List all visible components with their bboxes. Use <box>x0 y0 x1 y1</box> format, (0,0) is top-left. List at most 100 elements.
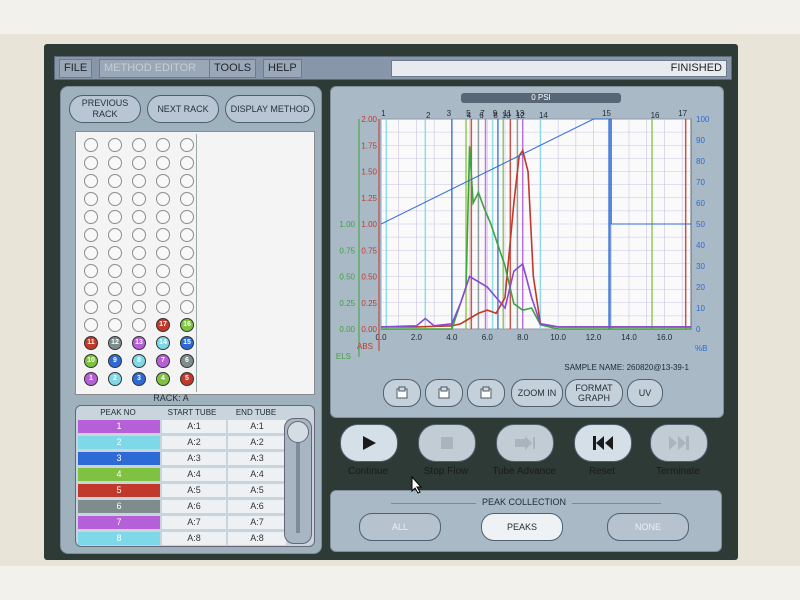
rack-tube[interactable] <box>180 228 194 242</box>
rack-tube[interactable] <box>108 282 122 296</box>
rack-tube[interactable]: 14 <box>156 336 170 350</box>
rack-tube[interactable] <box>84 228 98 242</box>
menu-file[interactable]: FILE <box>59 59 93 78</box>
format-graph-button[interactable]: FORMAT GRAPH <box>565 379 623 407</box>
rack-tube[interactable]: 17 <box>156 318 170 332</box>
rack-tube[interactable] <box>84 138 98 152</box>
rack-tube[interactable] <box>108 246 122 260</box>
uv-button[interactable]: UV <box>627 379 663 407</box>
rack-tube[interactable] <box>108 156 122 170</box>
rack-tube[interactable] <box>156 174 170 188</box>
rack-tube[interactable]: 13 <box>132 336 146 350</box>
tube-advance-button[interactable] <box>496 424 554 462</box>
rack-tube[interactable] <box>132 246 146 260</box>
table-row[interactable]: 5 A:5 A:5 <box>78 483 286 498</box>
pdf-button[interactable] <box>425 379 463 407</box>
rack-tube[interactable]: 4 <box>156 372 170 386</box>
collect-peaks-button[interactable]: PEAKS <box>481 513 563 541</box>
rack-tube[interactable]: 9 <box>108 354 122 368</box>
rack-tube[interactable] <box>84 192 98 206</box>
rack-tube[interactable]: 2 <box>108 372 122 386</box>
table-row[interactable]: 1 A:1 A:1 <box>78 419 286 434</box>
rack-tube[interactable] <box>156 228 170 242</box>
rack-tube[interactable] <box>132 138 146 152</box>
collect-all-button[interactable]: ALL <box>359 513 441 541</box>
peak-table-scrollbar[interactable] <box>284 418 312 544</box>
rack-tube[interactable]: 7 <box>156 354 170 368</box>
menu-tools[interactable]: TOOLS <box>209 59 257 78</box>
rack-tube[interactable] <box>180 300 194 314</box>
rack-tube[interactable] <box>132 192 146 206</box>
rack-tube[interactable] <box>156 210 170 224</box>
scroll-thumb[interactable] <box>287 421 309 443</box>
rack-tube[interactable]: 6 <box>180 354 194 368</box>
rack-tube[interactable] <box>180 282 194 296</box>
zoom-in-button[interactable]: ZOOM IN <box>511 379 563 407</box>
rack-tube[interactable] <box>108 318 122 332</box>
rack-tube[interactable] <box>180 246 194 260</box>
continue-button[interactable] <box>340 424 398 462</box>
rack-tube[interactable] <box>156 264 170 278</box>
rack-tube[interactable] <box>180 264 194 278</box>
rack-tube[interactable] <box>132 156 146 170</box>
rack-tube[interactable] <box>132 174 146 188</box>
table-row[interactable]: 7 A:7 A:7 <box>78 515 286 530</box>
rack-tube[interactable] <box>132 282 146 296</box>
collect-none-button[interactable]: NONE <box>607 513 689 541</box>
rack-tube[interactable] <box>108 264 122 278</box>
rack-tube[interactable] <box>132 318 146 332</box>
rack-tube[interactable] <box>108 300 122 314</box>
rack-tube[interactable] <box>156 156 170 170</box>
rack-tube[interactable] <box>132 228 146 242</box>
rack-tube[interactable] <box>108 138 122 152</box>
rack-tube[interactable] <box>156 300 170 314</box>
rack-tube[interactable] <box>132 264 146 278</box>
rack-tube[interactable] <box>84 210 98 224</box>
rack-tube[interactable] <box>84 318 98 332</box>
rack-tube[interactable] <box>156 192 170 206</box>
export-button[interactable] <box>467 379 505 407</box>
rack-tube[interactable]: 12 <box>108 336 122 350</box>
rack-tube[interactable] <box>180 156 194 170</box>
rack-tube[interactable] <box>180 174 194 188</box>
rack-tube[interactable]: 11 <box>84 336 98 350</box>
menu-method-editor[interactable]: METHOD EDITOR <box>99 59 213 78</box>
rack-tube[interactable] <box>108 210 122 224</box>
stop-flow-button[interactable] <box>418 424 476 462</box>
rack-tube[interactable]: 8 <box>132 354 146 368</box>
terminate-button[interactable] <box>650 424 708 462</box>
rack-tube[interactable]: 16 <box>180 318 194 332</box>
rack-tube[interactable] <box>156 246 170 260</box>
rack-tube[interactable] <box>108 174 122 188</box>
rack-tube[interactable] <box>108 228 122 242</box>
rack-tube[interactable]: 1 <box>84 372 98 386</box>
rack-tube[interactable] <box>132 210 146 224</box>
rack-tube[interactable] <box>84 156 98 170</box>
rack-tube[interactable]: 5 <box>180 372 194 386</box>
table-row[interactable]: 2 A:2 A:2 <box>78 435 286 450</box>
table-row[interactable]: 4 A:4 A:4 <box>78 467 286 482</box>
rack-tube[interactable] <box>84 174 98 188</box>
rack-tube[interactable] <box>180 192 194 206</box>
rack-tube[interactable] <box>132 300 146 314</box>
rack-tube[interactable] <box>84 264 98 278</box>
reset-button[interactable] <box>574 424 632 462</box>
rack-tube[interactable] <box>84 282 98 296</box>
table-row[interactable]: 8 A:8 A:8 <box>78 531 286 546</box>
rack-tube[interactable] <box>84 300 98 314</box>
rack-tube[interactable] <box>108 192 122 206</box>
rack-tube[interactable]: 10 <box>84 354 98 368</box>
rack-tube[interactable] <box>180 138 194 152</box>
printer-button[interactable] <box>383 379 421 407</box>
rack-tube[interactable]: 3 <box>132 372 146 386</box>
menu-help[interactable]: HELP <box>263 59 302 78</box>
display-method-button[interactable]: DISPLAY METHOD <box>225 95 315 123</box>
rack-tube[interactable] <box>84 246 98 260</box>
previous-rack-button[interactable]: PREVIOUS RACK <box>69 95 141 123</box>
table-row[interactable]: 6 A:6 A:6 <box>78 499 286 514</box>
rack-tube[interactable] <box>180 210 194 224</box>
rack-tube[interactable] <box>156 138 170 152</box>
table-row[interactable]: 3 A:3 A:3 <box>78 451 286 466</box>
rack-tube[interactable] <box>156 282 170 296</box>
rack-tube[interactable]: 15 <box>180 336 194 350</box>
